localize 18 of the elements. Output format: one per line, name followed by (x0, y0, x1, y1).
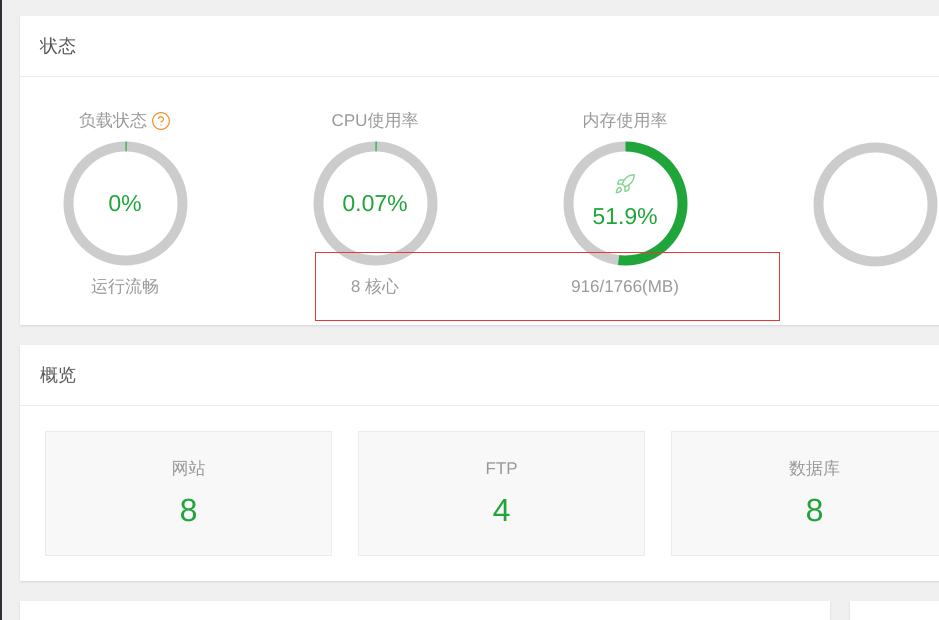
overview-card[interactable]: FTP 4 (358, 431, 645, 556)
gauge-value: 0% (108, 189, 142, 218)
panel-title: 状态 (40, 34, 76, 58)
gauge-caption: 运行流畅 (91, 276, 159, 298)
gauge-value: 51.9% (592, 202, 658, 232)
help-icon[interactable] (151, 111, 171, 131)
count: 8 (180, 490, 198, 530)
overview-card[interactable]: 数据库 8 (671, 431, 939, 556)
gauge-caption: 916/1766(MB) (571, 276, 679, 298)
count: 4 (492, 490, 510, 530)
gauge-label: 内存使用率 (582, 110, 668, 132)
gauge-value: 0.07% (342, 189, 408, 218)
gauge-caption: 8 核心 (350, 276, 400, 298)
panel-title: 概览 (40, 364, 76, 386)
gauge-label: CPU使用率 (332, 110, 418, 132)
count: 8 (806, 490, 824, 530)
gauge-label: 负载状态 (79, 110, 147, 132)
overview-card[interactable]: 网站 8 (45, 431, 332, 556)
